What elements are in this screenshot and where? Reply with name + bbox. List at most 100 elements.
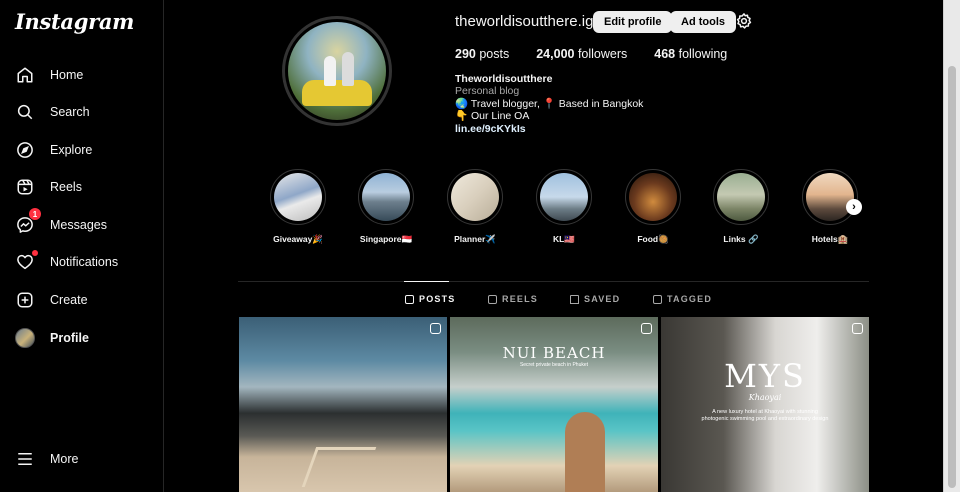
messenger-icon: 1 [14, 208, 41, 236]
messages-badge: 1 [29, 208, 41, 220]
sidebar-item-create[interactable]: Create [12, 284, 152, 316]
car-shape [302, 80, 372, 106]
highlight-planner[interactable]: Planner✈️ [447, 169, 503, 245]
post-thumbnail[interactable]: NUI BEACH Secret private beach in Phuket [450, 317, 658, 492]
bio-line: 🌏 Travel blogger, 📍 Based in Bangkok [455, 97, 644, 110]
highlight-image [717, 173, 765, 221]
profile-picture[interactable] [282, 16, 392, 126]
menu-icon [14, 448, 36, 470]
highlight-image [629, 173, 677, 221]
post-overlay-title: NUI BEACH [502, 344, 606, 362]
bio-link[interactable]: lin.ee/9cKYkIs [455, 123, 643, 135]
highlight-ring [802, 169, 858, 225]
notification-dot [32, 250, 38, 256]
sidebar-item-label: Notifications [50, 255, 119, 269]
tabs-divider [238, 281, 869, 282]
profile-avatar-icon [14, 327, 36, 349]
scrollbar-thumb[interactable] [948, 66, 956, 488]
edit-profile-button[interactable]: Edit profile [593, 11, 673, 33]
sidebar-item-label: Messages [50, 218, 107, 232]
plus-square-icon [14, 289, 36, 311]
tab-label: REELS [502, 294, 539, 304]
followers-stat[interactable]: 24,000 followers [536, 47, 627, 61]
tab-tagged[interactable]: TAGGED [653, 294, 712, 304]
sidebar-item-label: Create [50, 293, 88, 307]
highlight-ring [447, 169, 503, 225]
highlight-label: Singapore🇸🇬 [359, 234, 413, 244]
highlight-label: Planner✈️ [454, 234, 496, 244]
sidebar-item-label: Explore [50, 143, 93, 157]
highlight-label: Food🥘 [637, 234, 669, 244]
bio-category: Personal blog [455, 85, 520, 98]
highlight-image [806, 173, 854, 221]
gear-icon[interactable] [735, 12, 753, 30]
following-count: 468 [654, 47, 676, 61]
sidebar-item-home[interactable]: Home [12, 59, 152, 91]
sidebar-item-label: More [50, 452, 79, 466]
post-thumbnail[interactable] [239, 317, 447, 492]
following-stat[interactable]: 468 following [654, 47, 727, 61]
active-tab-indicator [404, 281, 449, 282]
bookmark-icon [570, 294, 579, 304]
reels-icon [14, 176, 36, 198]
post-overlay-title: MYS [724, 357, 806, 395]
post-overlay-description: A new luxury hotel at Khaoyai with stunn… [701, 409, 829, 422]
posts-label: posts [479, 47, 510, 61]
highlight-food[interactable]: Food🥘 [625, 169, 681, 245]
tab-posts[interactable]: POSTS [405, 294, 456, 304]
highlight-ring [270, 169, 326, 225]
search-icon [14, 101, 36, 123]
highlight-ring [358, 169, 414, 225]
highlight-image [451, 173, 499, 221]
reels-icon [488, 294, 497, 304]
sidebar-item-search[interactable]: Search [12, 96, 152, 128]
post-thumbnail[interactable]: MYS Khaoyai A new luxury hotel at Khaoya… [661, 317, 869, 492]
sidebar-item-label: Reels [50, 180, 82, 194]
home-icon [14, 64, 36, 86]
person-shape [342, 52, 354, 86]
reel-icon [852, 323, 863, 334]
highlight-ring [625, 169, 681, 225]
ad-tools-button[interactable]: Ad tools [670, 11, 736, 33]
sidebar-item-profile[interactable]: Profile [12, 322, 152, 354]
highlight-label: Giveaway🎉 [273, 234, 323, 244]
sidebar: Instagram Home Search Explore Reels 1 Me… [0, 0, 164, 492]
following-label: following [678, 47, 728, 61]
post-overlay-subtitle: Secret private beach in Phuket [519, 362, 589, 368]
highlight-giveaway[interactable]: Giveaway🎉 [270, 169, 326, 245]
reel-icon [641, 323, 652, 334]
tag-user-icon [653, 294, 662, 304]
bio-line: 👇 Our Line OA [455, 110, 530, 123]
highlight-ring [713, 169, 769, 225]
scrollbar[interactable] [943, 0, 960, 492]
heart-icon [14, 250, 38, 273]
person-shape [565, 412, 605, 492]
highlight-links[interactable]: Links 🔗 [713, 169, 769, 245]
profile-photo [285, 19, 389, 123]
instagram-logo[interactable]: Instagram [15, 9, 134, 34]
sidebar-item-label: Search [50, 105, 90, 119]
highlight-singapore[interactable]: Singapore🇸🇬 [358, 169, 414, 245]
tab-label: POSTS [419, 294, 456, 304]
profile-username: theworldisoutthere.ig [455, 13, 594, 30]
sidebar-item-reels[interactable]: Reels [12, 171, 152, 203]
chevron-right-icon[interactable]: › [846, 199, 862, 215]
highlight-label: Hotels🏨 [811, 234, 849, 244]
followers-label: followers [577, 47, 628, 61]
sidebar-item-more[interactable]: More [12, 443, 152, 475]
highlight-label: KL🇲🇾 [553, 234, 575, 244]
profile-stats: 290 posts 24,000 followers 468 following [455, 47, 754, 61]
highlight-image [362, 173, 410, 221]
highlight-kl[interactable]: KL🇲🇾 [536, 169, 592, 245]
reel-icon [430, 323, 441, 334]
sidebar-item-notifications[interactable]: Notifications [12, 246, 152, 278]
tab-label: TAGGED [667, 294, 713, 304]
sidebar-item-explore[interactable]: Explore [12, 134, 152, 166]
grid-icon [405, 294, 414, 304]
tab-reels[interactable]: REELS [488, 294, 538, 304]
highlight-image [274, 173, 322, 221]
posts-stat: 290 posts [455, 47, 509, 61]
beach-chairs-shape [301, 447, 377, 487]
tab-saved[interactable]: SAVED [570, 294, 620, 304]
sidebar-item-messages[interactable]: 1 Messages [12, 208, 152, 241]
